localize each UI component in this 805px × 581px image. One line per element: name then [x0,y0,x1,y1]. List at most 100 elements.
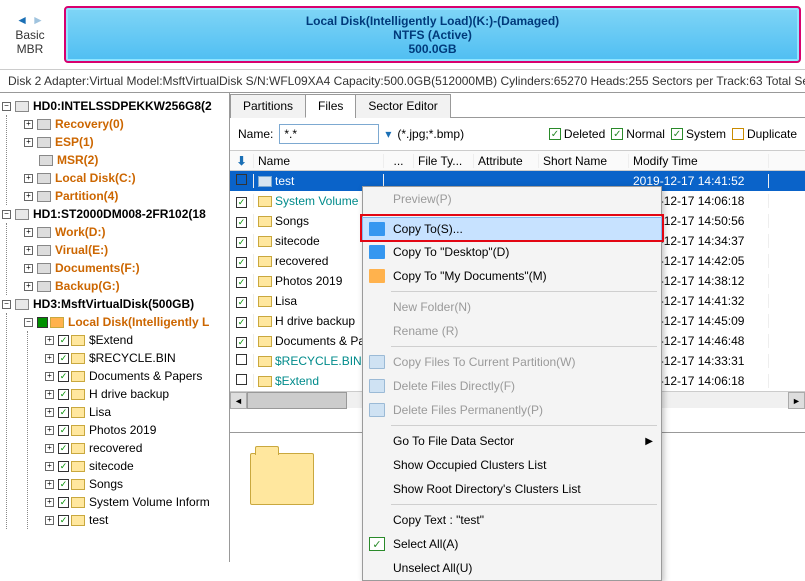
tree-folder[interactable]: H drive backup [89,387,169,401]
filter-deleted[interactable]: ✓Deleted [549,127,605,141]
checkbox-icon[interactable]: ✓ [58,389,69,400]
collapse-icon[interactable]: − [2,102,11,111]
checkbox-icon[interactable]: ✓ [58,443,69,454]
checkbox-icon[interactable]: ✓ [58,425,69,436]
menu-show-occupied[interactable]: Show Occupied Clusters List [363,453,661,477]
back-arrow-icon[interactable]: ◄ [16,13,28,27]
tree-hd1[interactable]: HD1:ST2000DM008-2FR102(18 [33,207,206,221]
file-name: recovered [275,254,328,268]
checkbox-icon[interactable]: ✓ [58,479,69,490]
tree-folder[interactable]: Photos 2019 [89,423,156,437]
tree-folder[interactable]: test [89,513,108,527]
checkbox-icon[interactable]: ✓ [58,461,69,472]
menu-copy-desktop[interactable]: Copy To "Desktop"(D) [363,240,661,264]
file-name: $Extend [275,374,319,388]
row-checkbox[interactable]: ✓ [236,257,247,268]
tree-folder[interactable]: $RECYCLE.BIN [89,351,176,365]
folder-icon [369,245,385,259]
menu-copy-text[interactable]: Copy Text : "test" [363,508,661,532]
row-checkbox[interactable]: ✓ [236,197,247,208]
tree-folder[interactable]: Songs [89,477,123,491]
menu-select-all[interactable]: ✓Select All(A) [363,532,661,556]
top-bar: ◄ ► Basic MBR Local Disk(Intelligently L… [0,0,805,70]
menu-goto-sector[interactable]: Go To File Data Sector▶ [363,429,661,453]
checkbox-icon[interactable]: ✓ [58,353,69,364]
row-checkbox[interactable] [236,354,247,365]
folder-icon [258,276,272,287]
tree-folder[interactable]: System Volume Inform [89,495,210,509]
file-name: $RECYCLE.BIN [275,354,362,368]
filter-row: Name: ▾ (*.jpg;*.bmp) ✓Deleted ✓Normal ✓… [230,118,805,151]
tab-files[interactable]: Files [305,94,356,118]
checkbox-icon[interactable] [37,317,48,328]
row-checkbox[interactable] [236,174,247,185]
scroll-left-icon[interactable]: ◄ [230,392,247,409]
folder-icon [258,196,272,207]
menu-show-root[interactable]: Show Root Directory's Clusters List [363,477,661,501]
col-filetype[interactable]: File Ty... [414,154,474,168]
menu-copy-mydocs[interactable]: Copy To "My Documents"(M) [363,264,661,288]
menu-unselect-all[interactable]: Unselect All(U) [363,556,661,580]
file-name: System Volume In [275,194,372,208]
row-checkbox[interactable]: ✓ [236,237,247,248]
checkbox-icon[interactable]: ✓ [58,407,69,418]
tree-folder[interactable]: Documents & Papers [89,369,202,383]
tree-hd0[interactable]: HD0:INTELSSDPEKKW256G8(2 [33,99,212,113]
col-more[interactable]: ... [384,154,414,168]
checkbox-icon[interactable]: ✓ [58,335,69,346]
checkbox-icon[interactable]: ✓ [58,497,69,508]
folder-icon [258,176,272,187]
tree-hd3[interactable]: HD3:MsftVirtualDisk(500GB) [33,297,194,311]
checkbox-icon: ✓ [369,537,385,551]
folder-icon [258,376,272,387]
row-checkbox[interactable]: ✓ [236,217,247,228]
tree-hd3-main[interactable]: Local Disk(Intelligently L [68,315,209,329]
row-checkbox[interactable]: ✓ [236,297,247,308]
page-icon [369,403,385,417]
tree-folder[interactable]: sitecode [89,459,134,473]
checkbox-icon[interactable]: ✓ [58,515,69,526]
row-checkbox[interactable]: ✓ [236,317,247,328]
row-checkbox[interactable]: ✓ [236,277,247,288]
filter-hint: (*.jpg;*.bmp) [397,127,464,141]
tab-partitions[interactable]: Partitions [230,94,306,118]
tree-folder[interactable]: recovered [89,441,142,455]
dropdown-icon[interactable]: ▾ [385,127,391,141]
banner-fs: NTFS (Active) [393,28,472,42]
scroll-right-icon[interactable]: ► [788,392,805,409]
folder-icon [71,425,85,436]
filter-normal[interactable]: ✓Normal [611,127,665,141]
filter-system[interactable]: ✓System [671,127,726,141]
name-filter-label: Name: [238,127,273,141]
menu-new-folder: New Folder(N) [363,295,661,319]
filter-duplicate[interactable]: Duplicate [732,127,797,141]
folder-icon [71,407,85,418]
folder-icon [258,316,272,327]
tree-folder[interactable]: Lisa [89,405,111,419]
col-shortname[interactable]: Short Name [539,154,629,168]
forward-arrow-icon[interactable]: ► [32,13,44,27]
banner-size: 500.0GB [408,42,456,56]
menu-copy-to[interactable]: Copy To(S)... [362,217,662,241]
disk-icon [15,209,29,220]
select-all-icon[interactable]: ⬇ [236,154,246,168]
file-name: Lisa [275,294,297,308]
folder-icon [71,515,85,526]
row-checkbox[interactable] [236,374,247,385]
folder-icon [258,256,272,267]
scroll-thumb[interactable] [247,392,347,409]
file-name: test [275,174,294,188]
disk-banner[interactable]: Local Disk(Intelligently Load)(K:)-(Dama… [64,6,801,63]
folder-icon [71,353,85,364]
name-filter-input[interactable] [279,124,379,144]
disk-icon [15,299,29,310]
folder-icon [71,371,85,382]
tree-folder[interactable]: $Extend [89,333,133,347]
col-modifytime[interactable]: Modify Time [629,154,769,168]
col-attribute[interactable]: Attribute [474,154,539,168]
col-name[interactable]: Name [254,154,384,168]
row-checkbox[interactable]: ✓ [236,337,247,348]
tab-sector-editor[interactable]: Sector Editor [355,94,450,118]
checkbox-icon[interactable]: ✓ [58,371,69,382]
folder-icon [258,236,272,247]
